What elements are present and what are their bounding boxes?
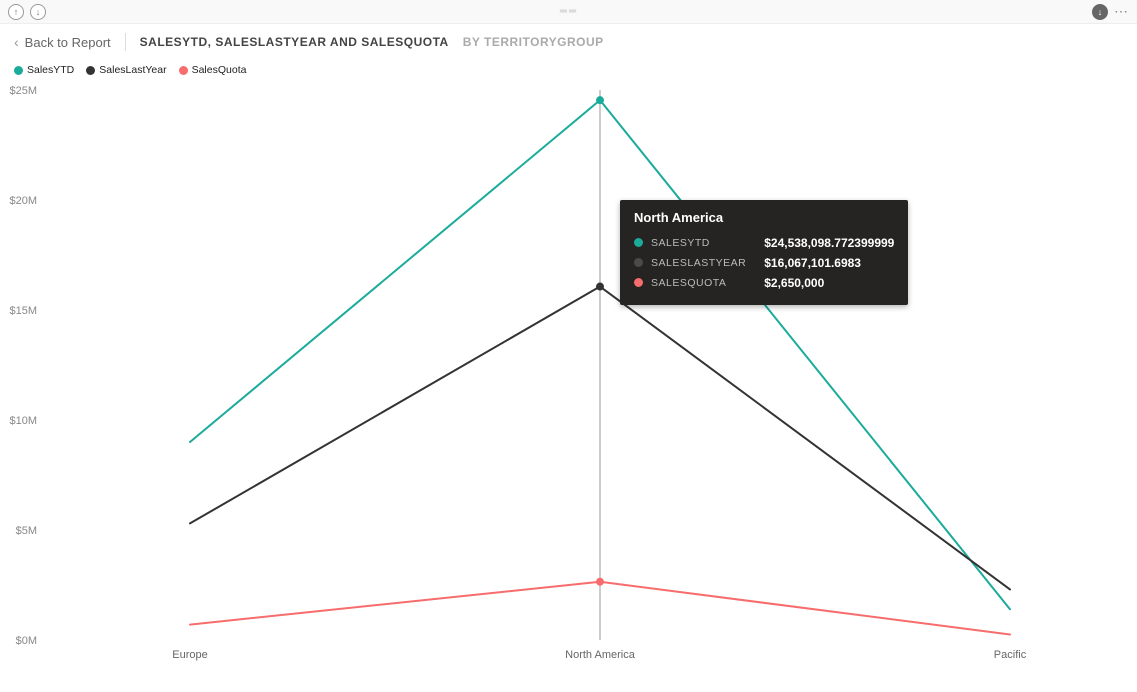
- drillup-icon[interactable]: ↑: [8, 4, 24, 20]
- y-axis-tick-label: $0M: [16, 635, 37, 647]
- y-axis-tick-label: $15M: [9, 305, 37, 317]
- legend-item[interactable]: SalesLastYear: [86, 64, 166, 76]
- legend-label: SalesQuota: [192, 64, 247, 76]
- back-to-report-button[interactable]: ‹ Back to Report: [14, 34, 111, 50]
- x-axis-tick-label: Europe: [172, 649, 207, 661]
- series-marker[interactable]: [596, 96, 604, 104]
- window-toolbar: ↑ ↓ ══ ↓ ⋯: [0, 0, 1137, 24]
- x-axis-tick-label: North America: [565, 649, 636, 661]
- series-marker[interactable]: [596, 578, 604, 586]
- chart-title: SALESYTD, SALESLASTYEAR AND SALESQUOTA: [140, 35, 449, 49]
- drilldown-icon[interactable]: ↓: [30, 4, 46, 20]
- export-icon[interactable]: ↓: [1092, 4, 1108, 20]
- chevron-left-icon: ‹: [14, 34, 19, 50]
- tooltip-series-value: $24,538,098.772399999: [764, 233, 894, 253]
- x-axis-tick-label: Pacific: [994, 649, 1027, 661]
- legend-item[interactable]: SalesYTD: [14, 64, 74, 76]
- tooltip-swatch-icon: [634, 238, 643, 247]
- chart-tooltip: North America SALESYTD$24,538,098.772399…: [620, 200, 908, 305]
- legend-swatch-icon: [179, 66, 188, 75]
- legend-swatch-icon: [14, 66, 23, 75]
- back-label: Back to Report: [25, 35, 111, 50]
- chart-legend: SalesYTD SalesLastYear SalesQuota: [0, 60, 1137, 80]
- legend-swatch-icon: [86, 66, 95, 75]
- tooltip-series-name: SALESQUOTA: [651, 273, 764, 293]
- tooltip-series-name: SALESLASTYEAR: [651, 253, 764, 273]
- y-axis-tick-label: $5M: [16, 525, 37, 537]
- tooltip-title: North America: [634, 210, 894, 225]
- more-options-icon[interactable]: ⋯: [1114, 3, 1129, 20]
- legend-label: SalesLastYear: [99, 64, 166, 76]
- y-axis-tick-label: $10M: [9, 415, 37, 427]
- tooltip-swatch-icon: [634, 278, 643, 287]
- tooltip-series-name: SALESYTD: [651, 233, 764, 253]
- legend-item[interactable]: SalesQuota: [179, 64, 247, 76]
- divider: [125, 33, 126, 51]
- y-axis-tick-label: $25M: [9, 85, 37, 97]
- tooltip-series-value: $2,650,000: [764, 273, 894, 293]
- tooltip-swatch-icon: [634, 258, 643, 267]
- tooltip-row: SALESLASTYEAR$16,067,101.6983: [634, 253, 894, 273]
- tooltip-row: SALESYTD$24,538,098.772399999: [634, 233, 894, 253]
- chart-subtitle: BY TERRITORYGROUP: [463, 35, 604, 49]
- chart-header: ‹ Back to Report SALESYTD, SALESLASTYEAR…: [0, 24, 1137, 60]
- legend-label: SalesYTD: [27, 64, 74, 76]
- chart-area[interactable]: $0M $5M $10M $15M $20M $25M Europe North Americ…: [0, 80, 1137, 670]
- tooltip-row: SALESQUOTA$2,650,000: [634, 273, 894, 293]
- y-axis-tick-label: $20M: [9, 195, 37, 207]
- line-chart-svg[interactable]: $0M $5M $10M $15M $20M $25M Europe North Americ…: [0, 80, 1137, 670]
- tooltip-series-value: $16,067,101.6983: [764, 253, 894, 273]
- series-marker[interactable]: [596, 283, 604, 291]
- resize-grip-icon[interactable]: ══: [46, 6, 1092, 17]
